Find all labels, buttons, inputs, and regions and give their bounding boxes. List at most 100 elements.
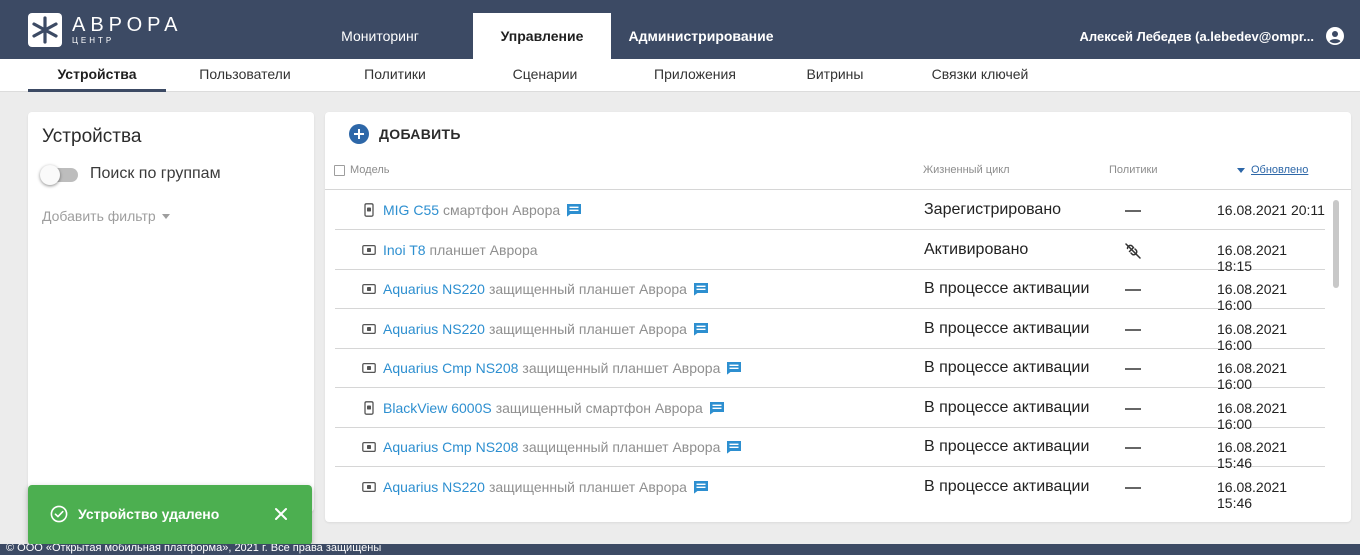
smartphone-icon xyxy=(364,400,374,415)
message-icon[interactable] xyxy=(693,322,709,336)
add-filter-dropdown[interactable]: Добавить фильтр xyxy=(42,208,170,224)
device-description: защищенный планшет Аврора xyxy=(488,281,687,297)
subtab-devices[interactable]: Устройства xyxy=(28,59,166,92)
device-description: защищенный планшет Аврора xyxy=(522,360,721,376)
message-icon[interactable] xyxy=(726,361,742,375)
device-model-link[interactable]: Aquarius NS220 защищенный планшет Аврора xyxy=(383,479,709,495)
no-policy-dash xyxy=(1125,210,1141,212)
logo-text: АВРОРА ЦЕНТР xyxy=(72,15,182,45)
devices-table-panel: ДОБАВИТЬ Модель Жизненный цикл Политики … xyxy=(325,112,1351,522)
smartphone-icon xyxy=(364,203,374,217)
no-policy-dash xyxy=(1125,407,1141,410)
device-model[interactable]: Aquarius Cmp NS208 xyxy=(383,439,518,455)
device-model-link[interactable]: BlackView 6000S защищенный смартфон Аврор… xyxy=(383,400,725,416)
device-description: защищенный планшет Аврора xyxy=(488,320,687,337)
no-policy-dash xyxy=(1125,328,1141,331)
device-model-link[interactable]: Aquarius Cmp NS208 защищенный планшет Авр… xyxy=(383,439,742,455)
group-search-label: Поиск по группам xyxy=(90,165,221,182)
header-updated-label: Обновлено xyxy=(1251,164,1309,176)
tablet-icon xyxy=(362,323,376,334)
lifecycle-status: Зарегистрировано xyxy=(924,201,1062,218)
message-icon[interactable] xyxy=(726,440,742,454)
aurora-logo-icon xyxy=(28,13,62,47)
scrollbar[interactable] xyxy=(1333,200,1339,288)
device-model-link[interactable]: Aquarius NS220 защищенный планшет Аврора xyxy=(383,321,709,337)
toast-notification: Устройство удалено xyxy=(28,485,312,545)
updated-timestamp: 16.08.2021 16:00 xyxy=(1217,281,1288,313)
header-policies[interactable]: Политики xyxy=(1109,164,1158,176)
group-search-toggle[interactable] xyxy=(40,165,78,185)
top-header: АВРОРА ЦЕНТР Мониторинг Управление Админ… xyxy=(0,0,1360,59)
tab-monitoring[interactable]: Мониторинг xyxy=(315,13,445,59)
device-model[interactable]: Aquarius NS220 xyxy=(383,479,485,495)
user-menu[interactable]: Алексей Лебедев (a.lebedev@ompr... xyxy=(1060,13,1360,59)
account-icon xyxy=(1326,27,1344,45)
updated-timestamp: 16.08.2021 16:00 xyxy=(1217,360,1288,392)
add-filter-label: Добавить фильтр xyxy=(42,208,156,224)
table-row[interactable]: MIG C55 смартфон Аврора Зарегистрировано 16… xyxy=(335,191,1325,230)
device-description: защищенный планшет Аврора xyxy=(488,478,687,495)
table-header: Модель Жизненный цикл Политики Обновлено xyxy=(325,160,1351,190)
message-icon[interactable] xyxy=(709,401,725,415)
subtab-policies[interactable]: Политики xyxy=(340,59,450,92)
no-policy-dash xyxy=(1125,368,1141,370)
subtab-scenarios[interactable]: Сценарии xyxy=(490,59,600,92)
device-model[interactable]: MIG C55 xyxy=(383,202,439,218)
lifecycle-status: Активировано xyxy=(924,240,1029,258)
message-icon[interactable] xyxy=(693,282,709,296)
select-all-checkbox[interactable] xyxy=(334,165,345,176)
table-row[interactable]: Aquarius Cmp NS208 защищенный планшет Авр… xyxy=(335,428,1325,471)
no-policy-dash xyxy=(1125,289,1141,291)
table-row[interactable]: Aquarius NS220 защищенный планшет Аврора В… xyxy=(335,310,1325,353)
header-model[interactable]: Модель xyxy=(350,164,389,176)
table-row[interactable]: Aquarius NS220 защищенный планшет Аврора В… xyxy=(335,270,1325,313)
add-device-label: ДОБАВИТЬ xyxy=(379,126,461,142)
updated-timestamp: 16.08.2021 15:46 xyxy=(1217,439,1288,471)
close-icon[interactable] xyxy=(272,505,290,523)
device-model[interactable]: Inoi T8 xyxy=(383,242,426,258)
updated-timestamp: 16.08.2021 18:15 xyxy=(1217,241,1288,274)
table-row[interactable]: BlackView 6000S защищенный смартфон Аврор… xyxy=(335,389,1325,432)
no-policy-dash xyxy=(1125,447,1141,449)
logo-subtitle: ЦЕНТР xyxy=(72,36,115,45)
message-icon[interactable] xyxy=(566,203,582,217)
panel-title: Устройства xyxy=(42,126,142,147)
lifecycle-status: В процессе активации xyxy=(924,319,1090,337)
device-model[interactable]: BlackView 6000S xyxy=(383,400,492,416)
tablet-icon xyxy=(362,244,376,255)
header-lifecycle[interactable]: Жизненный цикл xyxy=(923,164,1010,176)
subtab-keychains[interactable]: Связки ключей xyxy=(905,59,1055,92)
subtab-users[interactable]: Пользователи xyxy=(180,59,310,92)
logo-title: АВРОРА xyxy=(72,14,183,36)
header-updated[interactable]: Обновлено xyxy=(1237,164,1308,176)
tablet-icon xyxy=(362,362,376,374)
lifecycle-status: В процессе активации xyxy=(924,438,1090,455)
device-model[interactable]: Aquarius Cmp NS208 xyxy=(383,360,518,376)
updated-timestamp: 16.08.2021 20:11 xyxy=(1217,202,1325,218)
device-model-link[interactable]: MIG C55 смартфон Аврора xyxy=(383,202,582,218)
table-row[interactable]: Aquarius NS220 защищенный планшет Аврора В… xyxy=(335,468,1325,511)
device-model[interactable]: Aquarius NS220 xyxy=(383,281,485,297)
logo[interactable]: АВРОРА ЦЕНТР xyxy=(28,11,198,49)
device-model-link[interactable]: Aquarius NS220 защищенный планшет Аврора xyxy=(383,281,709,297)
filter-panel: Устройства Поиск по группам Добавить фил… xyxy=(28,112,314,512)
toast-message: Устройство удалено xyxy=(78,506,220,522)
device-description: защищенный смартфон Аврора xyxy=(495,399,703,416)
subtab-showcases[interactable]: Витрины xyxy=(790,59,880,92)
sub-navigation: Устройства Пользователи Политики Сценари… xyxy=(0,59,1360,92)
add-device-button[interactable]: ДОБАВИТЬ xyxy=(349,124,461,144)
device-model-link[interactable]: Inoi T8 планшет Аврора xyxy=(383,242,538,258)
lifecycle-status: В процессе активации xyxy=(924,280,1090,297)
table-row[interactable]: Inoi T8 планшет Аврора Активировано 16.08.2… xyxy=(335,231,1325,274)
link-off-icon xyxy=(1125,242,1141,259)
updated-timestamp: 16.08.2021 16:00 xyxy=(1217,320,1288,353)
message-icon[interactable] xyxy=(693,480,709,494)
plus-circle-icon xyxy=(349,124,369,144)
tab-administration[interactable]: Администрирование xyxy=(611,13,791,59)
tab-management[interactable]: Управление xyxy=(473,13,611,59)
table-row[interactable]: Aquarius Cmp NS208 защищенный планшет Авр… xyxy=(335,349,1325,392)
device-model-link[interactable]: Aquarius Cmp NS208 защищенный планшет Авр… xyxy=(383,360,742,376)
subtab-applications[interactable]: Приложения xyxy=(630,59,760,92)
device-model[interactable]: Aquarius NS220 xyxy=(383,321,485,337)
chevron-down-icon xyxy=(161,213,170,219)
